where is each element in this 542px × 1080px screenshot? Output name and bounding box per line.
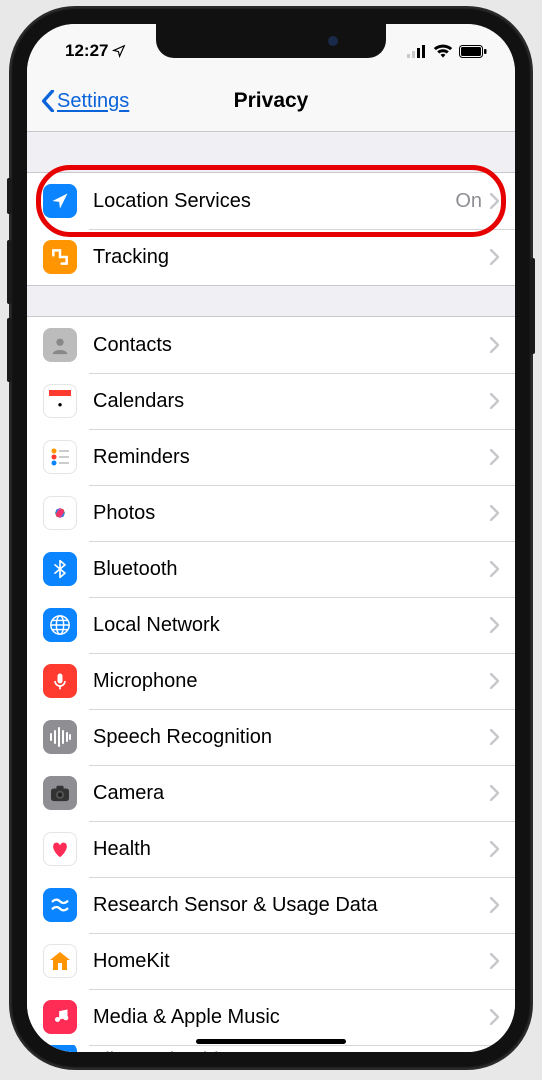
chevron-right-icon: [490, 841, 499, 857]
row-label: Microphone: [93, 670, 490, 693]
row-label: Local Network: [93, 614, 490, 637]
row-label: Speech Recognition: [93, 726, 490, 749]
wifi-icon: [433, 44, 453, 58]
row-photos[interactable]: Photos: [27, 485, 515, 541]
row-files-folders[interactable]: Files and Folders: [27, 1045, 515, 1052]
microphone-icon: [43, 664, 77, 698]
chevron-right-icon: [490, 953, 499, 969]
row-label: Photos: [93, 502, 490, 525]
row-health[interactable]: Health: [27, 821, 515, 877]
chevron-right-icon: [490, 673, 499, 689]
row-label: Location Services: [93, 190, 455, 213]
power-button: [530, 258, 535, 354]
globe-icon: [43, 608, 77, 642]
row-microphone[interactable]: Microphone: [27, 653, 515, 709]
notch: [156, 24, 386, 58]
research-icon: [43, 888, 77, 922]
chevron-right-icon: [490, 249, 499, 265]
chevron-right-icon: [490, 897, 499, 913]
reminders-icon: [43, 440, 77, 474]
chevron-right-icon: [490, 1009, 499, 1025]
camera-icon: [43, 776, 77, 810]
screen: 12:27 Settings Privacy: [27, 24, 515, 1052]
photos-icon: [43, 496, 77, 530]
bluetooth-icon: [43, 552, 77, 586]
row-label: Reminders: [93, 446, 490, 469]
phone-frame: 12:27 Settings Privacy: [11, 8, 531, 1068]
cellular-signal-icon: [407, 45, 427, 58]
mute-switch: [7, 178, 12, 214]
row-label: Contacts: [93, 334, 490, 357]
back-button[interactable]: Settings: [41, 90, 129, 113]
chevron-right-icon: [490, 193, 499, 209]
row-homekit[interactable]: HomeKit: [27, 933, 515, 989]
status-time: 12:27: [65, 41, 108, 61]
row-label: Calendars: [93, 390, 490, 413]
list-group-top: Location Services On Tracking: [27, 172, 515, 286]
chevron-left-icon: [41, 90, 55, 112]
contacts-icon: [43, 328, 77, 362]
waveform-icon: [43, 720, 77, 754]
chevron-right-icon: [490, 785, 499, 801]
chevron-right-icon: [490, 337, 499, 353]
volume-down-button: [7, 318, 12, 382]
group-gap: [27, 286, 515, 316]
row-speech-recognition[interactable]: Speech Recognition: [27, 709, 515, 765]
folder-icon: [43, 1045, 77, 1052]
content-scroll[interactable]: Location Services On Tracking: [27, 132, 515, 1052]
chevron-right-icon: [490, 729, 499, 745]
row-research[interactable]: Research Sensor & Usage Data: [27, 877, 515, 933]
row-label: Tracking: [93, 246, 490, 269]
location-arrow-icon: [43, 184, 77, 218]
row-camera[interactable]: Camera: [27, 765, 515, 821]
row-label: Research Sensor & Usage Data: [93, 894, 490, 917]
chevron-right-icon: [490, 449, 499, 465]
tracking-icon: [43, 240, 77, 274]
home-indicator[interactable]: [196, 1039, 346, 1044]
battery-icon: [459, 45, 487, 58]
row-bluetooth[interactable]: Bluetooth: [27, 541, 515, 597]
volume-up-button: [7, 240, 12, 304]
home-icon: [43, 944, 77, 978]
row-contacts[interactable]: Contacts: [27, 317, 515, 373]
chevron-right-icon: [490, 617, 499, 633]
calendar-icon: •: [43, 384, 77, 418]
svg-text:•: •: [58, 397, 63, 412]
row-tracking[interactable]: Tracking: [27, 229, 515, 285]
row-label: Health: [93, 838, 490, 861]
chevron-right-icon: [490, 505, 499, 521]
row-media-music[interactable]: Media & Apple Music: [27, 989, 515, 1045]
heart-icon: [43, 832, 77, 866]
list-group-apps: Contacts • Calendars Reminders: [27, 316, 515, 1052]
chevron-right-icon: [490, 561, 499, 577]
row-calendars[interactable]: • Calendars: [27, 373, 515, 429]
row-value: On: [455, 190, 482, 213]
back-label: Settings: [57, 90, 129, 113]
row-reminders[interactable]: Reminders: [27, 429, 515, 485]
row-label: Files and Folders: [93, 1049, 499, 1053]
chevron-right-icon: [490, 393, 499, 409]
music-note-icon: [43, 1000, 77, 1034]
row-local-network[interactable]: Local Network: [27, 597, 515, 653]
group-gap: [27, 132, 515, 172]
row-label: Camera: [93, 782, 490, 805]
row-label: HomeKit: [93, 950, 490, 973]
row-location-services[interactable]: Location Services On: [27, 173, 515, 229]
row-label: Bluetooth: [93, 558, 490, 581]
location-indicator-icon: [112, 44, 126, 58]
row-label: Media & Apple Music: [93, 1006, 490, 1029]
